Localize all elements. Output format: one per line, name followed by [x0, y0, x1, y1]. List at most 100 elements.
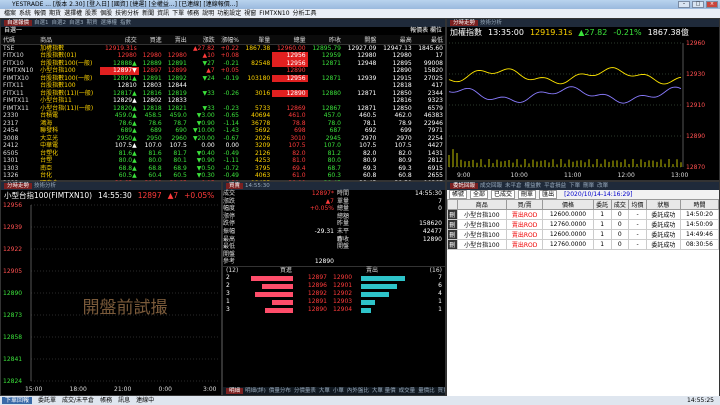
quote-tab[interactable]: 自選2	[52, 20, 67, 26]
order-book-row[interactable]: 3 12890 12904 1	[223, 306, 445, 314]
trade-bottom-tab[interactable]: 買賣權	[438, 388, 445, 394]
quote-row[interactable]: 2317 鴻海 78.6▲ 78.6 78.7 ▼0.90 -1.14 36778 78.8 78…	[1, 120, 445, 128]
orders-tab[interactable]: 權益數	[525, 183, 542, 189]
trade-bottom-tab[interactable]: 明細	[226, 388, 244, 394]
quote-column-header[interactable]: 代碼	[1, 35, 39, 45]
quote-row[interactable]: FIMTX11 小型台指11 12829▲ 12802 12833 12816 9323	[1, 97, 445, 105]
order-column-header[interactable]: 狀態	[645, 199, 681, 210]
orders-tab[interactable]: 成交回報	[480, 183, 502, 189]
status-item[interactable]: 成交/未平倉	[62, 397, 94, 404]
quote-column-header[interactable]: 成交	[99, 35, 139, 45]
menu-item[interactable]: 系統	[19, 10, 31, 17]
quote-tab[interactable]: 指數	[120, 20, 131, 26]
menu-item[interactable]: 新聞	[142, 10, 154, 17]
order-toolbar-button[interactable]: 帳號	[449, 190, 468, 199]
quote-column-header[interactable]: 開盤	[342, 35, 379, 45]
status-item[interactable]: 連線中	[136, 397, 154, 404]
quote-column-header[interactable]: 漲跌	[188, 35, 217, 45]
mini-tab[interactable]: 分時走勢	[4, 183, 33, 189]
menu-item[interactable]: 報價	[34, 10, 46, 17]
order-row[interactable]: 刪小型台指100 賣出ROD 12600.0000 1 0- 委託成功 14:50:20	[447, 209, 720, 220]
menu-item[interactable]: 期貨	[49, 10, 61, 17]
quote-row[interactable]: 1301 台塑 80.0▲ 80.0 80.1 ▼0.90 -1.11 4253 81.0 80.…	[1, 157, 445, 165]
quote-row[interactable]: FITX10 台股指數(01) 12980 12980 12980 ▲10 +0.08 129…	[1, 52, 445, 60]
quote-tab[interactable]: 期貨	[87, 20, 98, 26]
orders-tab[interactable]: 刪單	[583, 183, 594, 189]
order-column-header[interactable]: 成交	[610, 199, 630, 210]
orders-tab[interactable]: 未平倉	[505, 183, 522, 189]
quote-row[interactable]: FIMTX10 台股指數100(一般) 12891▲ 12891 12892 ▼24 -0.…	[1, 74, 445, 82]
quote-column-header[interactable]: 漲幅%	[216, 35, 241, 45]
trade-bottom-tab[interactable]: 內外盤比	[347, 388, 369, 394]
trade-bottom-tab[interactable]: 小單	[333, 388, 344, 394]
order-column-header[interactable]: 委託	[592, 199, 612, 210]
cancel-order-button[interactable]: 刪	[447, 219, 458, 230]
order-column-header[interactable]: 時間	[679, 199, 720, 210]
quote-column-header[interactable]: 最低	[413, 35, 445, 45]
quote-column-header[interactable]: 最高	[378, 35, 414, 45]
trade-tab[interactable]: 買賣	[226, 183, 244, 189]
order-book-row[interactable]: 3 12892 12902 4	[223, 290, 445, 298]
menu-item[interactable]: 分析工具	[293, 10, 317, 17]
quote-column-header[interactable]: 單量	[241, 35, 273, 45]
quote-row[interactable]: FITX11 台股指數100 12810 12803 12844 12818 417	[1, 82, 445, 90]
minimize-button[interactable]: –	[678, 1, 690, 8]
close-button[interactable]: ×	[706, 1, 718, 8]
status-item[interactable]: 下單回報	[2, 397, 33, 404]
quote-column-header[interactable]: 商品	[38, 35, 100, 45]
trade-bottom-tab[interactable]: 大單 量價	[372, 388, 396, 394]
order-column-header[interactable]: 均價	[628, 199, 647, 210]
quote-tab[interactable]: 自選3	[69, 20, 84, 26]
index-tab[interactable]: 分時走勢	[450, 20, 479, 26]
order-row[interactable]: 刪小型台指100 賣出ROD 12760.0000 1 0- 委託成功 14:50:09	[447, 219, 720, 230]
order-column-header[interactable]	[447, 199, 458, 210]
cancel-order-button[interactable]: 刪	[447, 229, 458, 240]
quote-column-header[interactable]: 賣出	[163, 35, 189, 45]
quote-tab[interactable]: 選擇權	[101, 20, 118, 26]
order-book-row[interactable]: 1 12891 12903 1	[223, 298, 445, 306]
trade-bottom-tab[interactable]: 量價比	[418, 388, 435, 394]
quote-row[interactable]: 1326 台化 60.5▲ 60.4 60.5 ▼0.30 -0.49 4063 61.0 60.…	[1, 172, 445, 180]
menu-item[interactable]: 技術分析	[115, 10, 139, 17]
quote-column-header[interactable]: 昨收	[307, 35, 343, 45]
menu-item[interactable]: 帳務	[187, 10, 199, 17]
order-book-row[interactable]: 2 12897 12900 7	[223, 274, 445, 282]
menu-item[interactable]: 檔案	[4, 10, 16, 17]
quote-row[interactable]: 2454 聯發科 689▲ 689 690 ▼10.00 -1.43 5692 698 687 69…	[1, 127, 445, 135]
quote-settings[interactable]: 報價表 欄位	[410, 27, 442, 35]
quote-row[interactable]: 1303 南亞 68.8▲ 68.8 68.9 ▼0.50 -0.72 3795 69.4 68.…	[1, 165, 445, 173]
quote-row[interactable]: FIMTX11 小型台指(11)(一般) 12820▲ 12818 12821 ▼33 -0…	[1, 105, 445, 113]
menu-item[interactable]: 個股	[100, 10, 112, 17]
watchlist-name[interactable]: 自選一	[4, 27, 22, 35]
orders-tab[interactable]: 委託回報	[450, 183, 479, 189]
quote-column-header[interactable]: 總量	[272, 35, 308, 45]
menu-item[interactable]: 說明	[202, 10, 214, 17]
maximize-button[interactable]: □	[692, 1, 704, 8]
order-toolbar-button[interactable]: 全部	[470, 190, 489, 199]
menu-item[interactable]: 功能設定	[217, 10, 241, 17]
quote-tab[interactable]: 自選1	[34, 20, 49, 26]
quote-row[interactable]: FITX11 台股指數(11)(一般) 12817▲ 12816 12819 ▼33 -0.…	[1, 89, 445, 97]
status-item[interactable]: 委託單	[38, 397, 56, 404]
order-column-header[interactable]: 商品	[456, 199, 508, 210]
order-toolbar-button[interactable]: 已成交	[491, 190, 516, 199]
orders-tab[interactable]: 改單	[597, 183, 608, 189]
mini-tab[interactable]: 技術分析	[34, 183, 56, 189]
quote-row[interactable]: FITX10 台股指數100(一般) 12888▲ 12889 12891 ▼27 -0.2…	[1, 59, 445, 67]
trade-bottom-tab[interactable]: 大單	[319, 388, 330, 394]
order-book-row[interactable]: 2 12896 12901 6	[223, 282, 445, 290]
order-toolbar-button[interactable]: 匯出	[539, 190, 558, 199]
menu-item[interactable]: 資訊	[157, 10, 169, 17]
quote-row[interactable]: FIMTXN10 小型台指100 12897▼ 12897 12899 ▲7 +0.05 12…	[1, 67, 445, 75]
order-column-header[interactable]: 買/賣	[506, 199, 544, 210]
trade-bottom-tab[interactable]: 成交量	[399, 388, 416, 394]
trade-bottom-tab[interactable]: 價量分布	[269, 388, 291, 394]
mini-intraday-chart[interactable]: 12956 12939 12922 12905 12890 12873 12858 12841…	[1, 201, 221, 395]
status-item[interactable]: 帳務	[100, 397, 112, 404]
cancel-order-button[interactable]: 刪	[447, 209, 458, 220]
status-item[interactable]: 訊息	[118, 397, 130, 404]
menu-item[interactable]: 視窗	[244, 10, 256, 17]
trade-bottom-tab[interactable]: 分價量表	[294, 388, 316, 394]
cancel-order-button[interactable]: 刪	[447, 239, 458, 250]
menu-item[interactable]: FIMTXN10	[259, 10, 289, 17]
